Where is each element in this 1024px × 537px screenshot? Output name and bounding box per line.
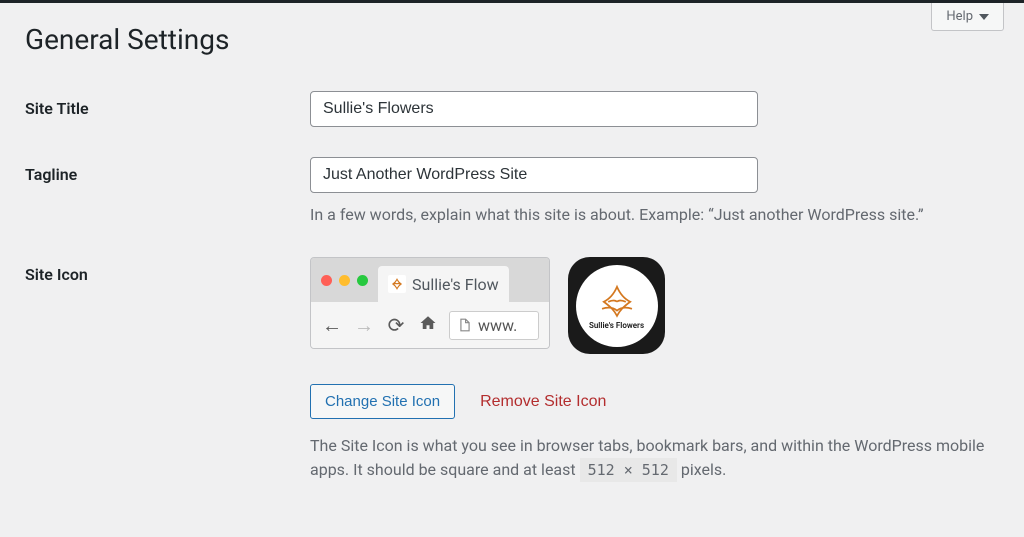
url-text: www. [478, 316, 517, 335]
site-title-label: Site Title [25, 91, 310, 118]
lotus-icon [595, 281, 639, 319]
site-icon-label: Site Icon [25, 257, 310, 284]
remove-site-icon-button[interactable]: Remove Site Icon [480, 393, 606, 411]
site-icon-description: The Site Icon is what you see in browser… [310, 434, 999, 482]
traffic-light-green-icon [357, 275, 368, 286]
browser-tabs-bar: Sullie's Flow [311, 258, 549, 302]
reload-icon: ⟳ [385, 313, 407, 337]
site-icon-description-after: pixels. [681, 460, 727, 479]
site-title-input[interactable] [310, 91, 758, 127]
traffic-light-yellow-icon [339, 275, 350, 286]
help-label: Help [946, 9, 973, 24]
tagline-input[interactable] [310, 157, 758, 193]
tagline-label: Tagline [25, 157, 310, 184]
browser-tab: Sullie's Flow [378, 266, 509, 302]
site-icon-size-code: 512 × 512 [580, 458, 677, 482]
url-bar: www. [449, 311, 539, 340]
app-icon-inner: Sullie's Flowers [576, 265, 658, 347]
app-icon-brand: Sullie's Flowers [589, 321, 644, 330]
chevron-down-icon [979, 14, 989, 20]
tab-title: Sullie's Flow [412, 275, 499, 294]
home-icon [417, 313, 439, 337]
change-site-icon-button[interactable]: Change Site Icon [310, 384, 455, 419]
traffic-lights [321, 275, 368, 286]
browser-preview: Sullie's Flow ← → ⟳ ww [310, 257, 550, 349]
back-icon: ← [321, 313, 343, 338]
browser-toolbar: ← → ⟳ www. [311, 302, 549, 348]
tagline-description: In a few words, explain what this site i… [310, 203, 999, 227]
tab-favicon-icon [388, 275, 406, 293]
forward-icon: → [353, 313, 375, 338]
traffic-light-red-icon [321, 275, 332, 286]
app-icon-preview: Sullie's Flowers [568, 257, 665, 354]
page-title: General Settings [25, 23, 999, 56]
help-tab[interactable]: Help [931, 3, 1004, 31]
